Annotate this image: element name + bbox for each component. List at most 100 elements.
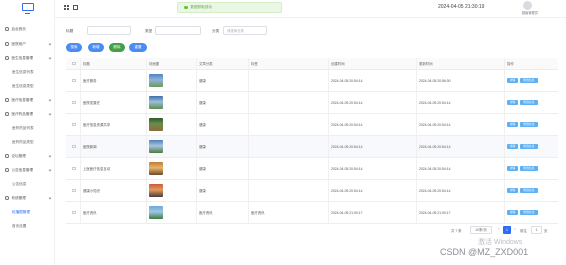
cell-tag: 医疗资讯 bbox=[248, 202, 328, 223]
home-icon[interactable] bbox=[73, 5, 78, 10]
cell-tag bbox=[248, 158, 328, 179]
cell-updated: 2024-04-05 20:56:00 bbox=[416, 70, 504, 91]
row-checkbox[interactable] bbox=[66, 114, 80, 135]
row-checkbox[interactable] bbox=[66, 202, 80, 223]
sidebar-item-home-settings[interactable]: 首页设置 bbox=[0, 221, 55, 231]
cell-created: 2024-04-05 20:54:14 bbox=[328, 114, 416, 135]
row-checkbox[interactable] bbox=[66, 92, 80, 113]
cell-tag bbox=[248, 92, 328, 113]
col-category: 文章分类 bbox=[196, 58, 248, 69]
view-button[interactable]: 详情 bbox=[507, 77, 518, 84]
col-created: 创建时间 bbox=[328, 58, 416, 69]
edit-button[interactable]: 修改信息 bbox=[520, 209, 538, 216]
filter-type-label: 类型 bbox=[145, 29, 153, 33]
avatar[interactable] bbox=[523, 1, 532, 10]
cover-image bbox=[149, 140, 163, 153]
table-row[interactable]: 医疗信息资源共享 健康 2024-04-05 20:54:14 2024-04-05 … bbox=[66, 114, 558, 136]
view-button[interactable]: 详情 bbox=[507, 165, 518, 172]
sidebar-item-notice-info[interactable]: 公告信息 bbox=[0, 179, 55, 189]
type-input[interactable] bbox=[155, 26, 201, 35]
cell-updated: 2024-04-05 20:54:14 bbox=[416, 136, 504, 157]
table-row[interactable]: 医疗服务 健康 2024-04-05 20:54:14 2024-04-05 20:5… bbox=[66, 70, 558, 92]
sidebar-item-doctor-list[interactable]: 医生信息列表 bbox=[0, 67, 55, 77]
sidebar-item-notice[interactable]: 公告信息管理 bbox=[0, 165, 55, 175]
cell-updated: 2024-04-05 21:00:17 bbox=[416, 202, 504, 223]
title-input[interactable] bbox=[87, 26, 131, 35]
edit-button[interactable]: 修改信息 bbox=[520, 143, 538, 150]
table-row[interactable]: 医疗资讯 医疗资讯 医疗资讯 2024-04-05 21:00:17 2024-04-0… bbox=[66, 202, 558, 224]
chevron-down-icon bbox=[48, 98, 52, 102]
cell-category: 健康 bbox=[196, 180, 248, 201]
search-button[interactable]: 搜索 bbox=[66, 43, 82, 52]
sidebar-item-label: 医生信息列表 bbox=[12, 69, 34, 74]
cell-cover bbox=[146, 202, 196, 223]
cell-title: 医疗信息资源共享 bbox=[80, 114, 146, 135]
cell-title: 医疗服务 bbox=[80, 70, 146, 91]
cell-category: 健康 bbox=[196, 136, 248, 157]
sidebar-item-label: 公告信息管理 bbox=[11, 167, 34, 172]
next-page-button[interactable]: › bbox=[512, 226, 518, 234]
edit-button[interactable]: 修改信息 bbox=[520, 165, 538, 172]
prev-page-button[interactable]: ‹ bbox=[496, 226, 502, 234]
row-checkbox[interactable] bbox=[66, 70, 80, 91]
sidebar-item-system[interactable]: 系统管理 bbox=[0, 193, 55, 203]
sidebar-item-drug-list[interactable]: 医药药品列表 bbox=[0, 123, 55, 133]
current-page[interactable]: 1 bbox=[503, 226, 511, 234]
sidebar-item-drug[interactable]: 医疗药品管理 bbox=[0, 109, 55, 119]
cell-created: 2024-04-05 20:54:14 bbox=[328, 158, 416, 179]
goto-label: 前往 bbox=[520, 229, 527, 233]
table-row[interactable]: 医院发展史 健康 2024-04-05 20:54:14 2024-04-05 20:… bbox=[66, 92, 558, 114]
cell-category: 健康 bbox=[196, 92, 248, 113]
sidebar-item-home[interactable]: 后台首页 bbox=[0, 24, 55, 34]
table-row[interactable]: 健康小知识 健康 2024-04-05 20:54:14 2024-04-05 20:… bbox=[66, 180, 558, 202]
user-name[interactable]: 超级管理员 bbox=[522, 10, 538, 15]
page-size-select[interactable]: 10条/页 bbox=[470, 226, 492, 234]
edit-button[interactable]: 修改信息 bbox=[520, 99, 538, 106]
cell-created: 2024-04-05 20:54:14 bbox=[328, 180, 416, 201]
view-button[interactable]: 详情 bbox=[507, 143, 518, 150]
pagination-total: 共 7 条 bbox=[451, 229, 462, 233]
cell-actions: 详情 修改信息 bbox=[504, 114, 558, 135]
goto-page-input[interactable]: 1 bbox=[531, 226, 542, 234]
edit-button[interactable]: 修改信息 bbox=[520, 77, 538, 84]
menu-grid-icon[interactable] bbox=[64, 5, 69, 10]
row-checkbox[interactable] bbox=[66, 180, 80, 201]
sidebar-item-label: 医疗信息管理 bbox=[11, 97, 34, 102]
cell-cover bbox=[146, 92, 196, 113]
sidebar: 后台首页 医院用户 医生信息管理 医生信息列表 医生信息类型 医疗信息管理 医疗… bbox=[0, 0, 55, 265]
sidebar-item-doctor-type[interactable]: 医生信息类型 bbox=[0, 81, 55, 91]
view-button[interactable]: 详情 bbox=[507, 187, 518, 194]
edit-button[interactable]: 修改信息 bbox=[520, 187, 538, 194]
gear-icon bbox=[5, 196, 9, 200]
cell-created: 2024-04-05 20:54:14 bbox=[328, 92, 416, 113]
cover-image bbox=[149, 162, 163, 175]
cell-tag bbox=[248, 180, 328, 201]
sidebar-item-label: 后台首页 bbox=[11, 26, 26, 31]
row-checkbox[interactable] bbox=[66, 136, 80, 157]
view-button[interactable]: 详情 bbox=[507, 209, 518, 216]
sidebar-item-carousel[interactable]: 轮播图管理 bbox=[0, 207, 55, 217]
sidebar-item-doctor[interactable]: 医生信息管理 bbox=[0, 53, 55, 63]
cell-cover bbox=[146, 158, 196, 179]
cell-actions: 详情 修改信息 bbox=[504, 92, 558, 113]
view-button[interactable]: 详情 bbox=[507, 99, 518, 106]
chevron-down-icon bbox=[48, 42, 52, 46]
sidebar-item-label: 首页设置 bbox=[12, 223, 27, 228]
sidebar-item-users[interactable]: 医院用户 bbox=[0, 39, 55, 49]
sidebar-item-forum[interactable]: 论坛管理 bbox=[0, 151, 55, 161]
view-button[interactable]: 详情 bbox=[507, 121, 518, 128]
sidebar-item-label: 医疗药品管理 bbox=[11, 111, 34, 116]
chevron-down-icon bbox=[48, 154, 52, 158]
reset-button[interactable]: 重置 bbox=[129, 43, 147, 52]
add-button[interactable]: 新增 bbox=[88, 43, 104, 52]
category-select[interactable]: 请选择分类 bbox=[223, 26, 267, 35]
table-row[interactable]: 上医医疗信息互动 健康 2024-04-05 20:54:14 2024-04-05 … bbox=[66, 158, 558, 180]
row-checkbox[interactable] bbox=[66, 158, 80, 179]
cell-category: 医疗资讯 bbox=[196, 202, 248, 223]
delete-button[interactable]: 删除 bbox=[109, 43, 125, 52]
edit-button[interactable]: 修改信息 bbox=[520, 121, 538, 128]
sidebar-item-medical[interactable]: 医疗信息管理 bbox=[0, 95, 55, 105]
table-row[interactable]: 医院新闻 健康 2024-04-05 20:54:14 2024-04-05 20:5… bbox=[66, 136, 558, 158]
select-all-checkbox[interactable] bbox=[66, 58, 80, 69]
sidebar-item-drug-type[interactable]: 医药药品类型 bbox=[0, 137, 55, 147]
